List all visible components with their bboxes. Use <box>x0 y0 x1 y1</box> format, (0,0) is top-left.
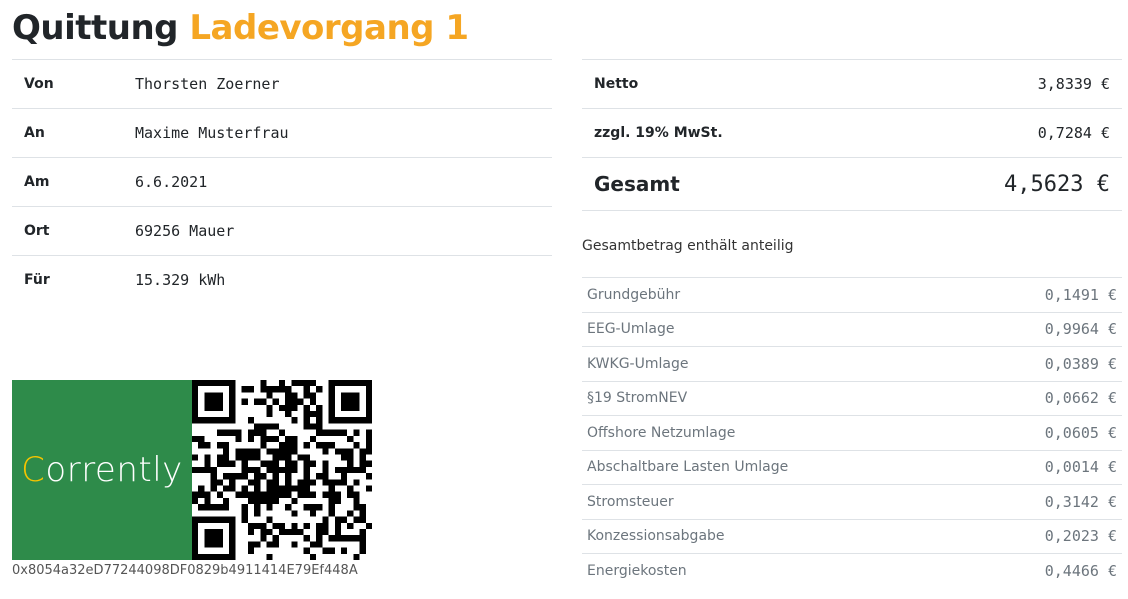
breakdown-label: Stromsteuer <box>582 484 971 519</box>
detail-row: Für 15.329 kWh <box>12 255 552 304</box>
breakdown-value: 0,4466 € <box>970 553 1122 588</box>
logo-rest: orrently <box>45 450 183 490</box>
netto-row: Netto 3,8339 € <box>582 59 1122 109</box>
mwst-value: 0,7284 € <box>873 108 1122 158</box>
detail-value: 6.6.2021 <box>135 157 552 207</box>
breakdown-label: KWKG-Umlage <box>582 346 971 381</box>
detail-label: An <box>12 108 135 158</box>
detail-value: Maxime Musterfrau <box>135 108 552 158</box>
breakdown-label: §19 StromNEV <box>582 380 971 416</box>
detail-label: Ort <box>12 206 135 256</box>
detail-value: Thorsten Zoerner <box>135 59 552 109</box>
breakdown-label: Energiekosten <box>582 553 971 588</box>
detail-label: Für <box>12 255 135 304</box>
breakdown-label: Konzessionsabgabe <box>582 518 971 554</box>
receipt-details-table: Von Thorsten Zoerner An Maxime Musterfrau … <box>12 59 552 304</box>
title-part2: Ladevorgang 1 <box>189 8 469 48</box>
detail-value: 15.329 kWh <box>135 255 552 304</box>
breakdown-row: Offshore Netzumlage 0,0605 € <box>582 415 1122 450</box>
wallet-address: 0x8054a32eD77244098DF0829b4911414E79Ef44… <box>12 563 358 578</box>
corrently-logo: Corrently <box>12 380 192 560</box>
breakdown-label: EEG-Umlage <box>582 311 971 347</box>
detail-label: Am <box>12 157 135 207</box>
mwst-label: zzgl. 19% MwSt. <box>582 108 874 158</box>
breakdown-value: 0,0605 € <box>970 415 1122 450</box>
breakdown-label: Offshore Netzumlage <box>582 415 971 450</box>
breakdown-row: Konzessionsabgabe 0,2023 € <box>582 518 1122 554</box>
breakdown-value: 0,3142 € <box>970 484 1122 519</box>
total-value: 4,5623 € <box>873 157 1122 211</box>
breakdown-row: EEG-Umlage 0,9964 € <box>582 311 1122 347</box>
breakdown-table: Grundgebühr 0,1491 € EEG-Umlage 0,9964 € K… <box>582 277 1122 588</box>
total-label: Gesamt <box>582 157 874 211</box>
detail-value: 69256 Mauer <box>135 206 552 256</box>
breakdown-row: Grundgebühr 0,1491 € <box>582 277 1122 312</box>
detail-row: Am 6.6.2021 <box>12 157 552 207</box>
breakdown-row: KWKG-Umlage 0,0389 € <box>582 346 1122 381</box>
breakdown-row: §19 StromNEV 0,0662 € <box>582 380 1122 416</box>
mwst-row: zzgl. 19% MwSt. 0,7284 € <box>582 108 1122 158</box>
summary-table: Netto 3,8339 € zzgl. 19% MwSt. 0,7284 € Ge… <box>582 59 1122 211</box>
logo-text: Corrently <box>21 450 183 490</box>
breakdown-value: 0,1491 € <box>970 277 1122 312</box>
detail-label: Von <box>12 59 135 109</box>
detail-row: An Maxime Musterfrau <box>12 108 552 158</box>
breakdown-value: 0,9964 € <box>970 311 1122 347</box>
breakdown-row: Abschaltbare Lasten Umlage 0,0014 € <box>582 449 1122 485</box>
detail-row: Ort 69256 Mauer <box>12 206 552 256</box>
breakdown-label: Abschaltbare Lasten Umlage <box>582 449 971 485</box>
breakdown-row: Stromsteuer 0,3142 € <box>582 484 1122 519</box>
breakdown-note: Gesamtbetrag enthält anteilig <box>582 238 794 254</box>
detail-row: Von Thorsten Zoerner <box>12 59 552 109</box>
breakdown-value: 0,2023 € <box>970 518 1122 554</box>
breakdown-value: 0,0014 € <box>970 449 1122 485</box>
netto-value: 3,8339 € <box>873 59 1122 109</box>
page-title: Quittung Ladevorgang 1 <box>12 4 469 52</box>
netto-label: Netto <box>582 59 874 109</box>
breakdown-label: Grundgebühr <box>582 277 971 312</box>
total-row: Gesamt 4,5623 € <box>582 157 1122 211</box>
qr-code-icon <box>192 380 372 560</box>
title-part1: Quittung <box>12 8 179 48</box>
breakdown-row: Energiekosten 0,4466 € <box>582 553 1122 588</box>
logo-first-letter: C <box>21 450 46 490</box>
breakdown-value: 0,0662 € <box>970 380 1122 416</box>
breakdown-value: 0,0389 € <box>970 346 1122 381</box>
